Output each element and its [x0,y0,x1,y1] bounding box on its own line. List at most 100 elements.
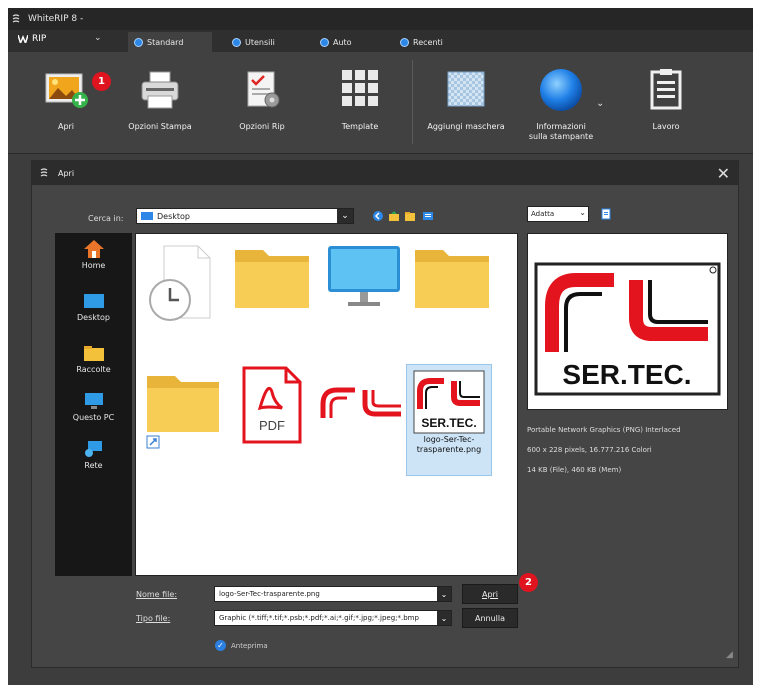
list-item[interactable] [142,368,222,452]
folder-icon [235,250,309,308]
look-in-value: Desktop [157,211,190,221]
filetype-value: Graphic (*.tiff;*.tif;*.psb;*.pdf;*.ai;*… [219,614,419,622]
tab-auto[interactable]: Auto [314,32,384,52]
computer-icon [84,393,103,409]
pdf-file-icon: PDF [242,366,302,444]
list-item-selected[interactable]: SER.TEC. logo-Ser-Tec-trasparente.png [406,364,492,476]
tools-icon [232,37,241,47]
tab-label: Recenti [413,37,443,47]
chevron-down-icon[interactable]: ⌄ [94,33,102,43]
ribbon: Apri Opzioni Stampa Opzioni Rip Template… [8,52,753,154]
chevron-down-icon: ⌄ [579,208,586,217]
cancel-button[interactable]: Annulla [462,608,518,628]
place-label: Home [81,261,106,270]
check-icon: ✓ [215,640,226,651]
w-logo-icon [18,35,28,43]
printer-info-button[interactable]: Informazioni sulla stampante [518,52,604,152]
info-globe-icon [540,69,582,111]
recent-icon [400,37,409,47]
place-network[interactable]: Rete [55,439,132,470]
recent-file-clock-icon [149,245,211,321]
network-icon [84,441,102,457]
logo-text: SER.TEC. [421,416,476,430]
settings-doc-icon [247,71,280,108]
list-item[interactable] [144,242,214,324]
preview-mode-value: Adatta [531,210,555,218]
preview-checkbox-label: Anteprima [231,641,268,650]
logo-file-icon [320,387,401,418]
tab-utensili[interactable]: Utensili [226,32,306,52]
clipboard-list-icon [650,69,682,110]
jobs-button[interactable]: Lavoro [630,52,702,152]
add-mask-label: Aggiungi maschera [427,122,505,131]
up-folder-icon[interactable] [388,210,400,222]
open-dialog-button[interactable]: Apri [462,584,518,604]
tab-label: Utensili [245,37,275,47]
file-list-pane: PDF SER.TEC. logo-Ser-Tec-trasparente.pn… [135,233,518,576]
preview-info-memory: 14 KB (File), 460 KB (Mem) [527,466,622,474]
tab-standard[interactable]: Standard [128,32,212,52]
app-title: WhiteRIP 8 - [28,14,84,24]
tab-recenti[interactable]: Recenti [394,32,474,52]
place-label: Raccolte [76,365,111,374]
rip-options-label: Opzioni Rip [239,122,285,131]
cancel-button-label: Annulla [474,613,506,623]
preview-mode-select[interactable]: Adatta ⌄ [527,206,589,222]
place-label: Rete [84,461,103,470]
place-collections[interactable]: Raccolte [55,343,132,374]
close-icon[interactable]: ✕ [717,164,730,183]
print-options-button[interactable]: Opzioni Stampa [120,52,200,152]
tab-label: Auto [333,37,352,47]
open-image-icon [45,73,88,108]
preview-copy-icon[interactable] [600,208,612,220]
list-item[interactable] [232,242,312,324]
printer-info-line2: sulla stampante [528,132,594,141]
chevron-down-icon: ⌄ [437,611,451,625]
folder-icon [83,346,104,361]
preview-logo-text: SER.TEC. [562,359,691,390]
callout-badge-2: 2 [519,573,538,592]
filetype-select[interactable]: Graphic (*.tiff;*.tif;*.psb;*.pdf;*.ai;*… [214,610,452,626]
printer-info-dropdown-icon[interactable]: ⌄ [596,98,604,109]
this-pc-icon [328,246,400,306]
place-desktop[interactable]: Desktop [55,291,132,322]
grid-template-icon [342,70,378,106]
new-folder-icon[interactable] [404,210,416,222]
ribbon-tab-bar: RIP ⌄ Standard Utensili Auto Recenti [8,30,753,52]
open-button[interactable]: Apri [30,52,102,152]
callout-badge-1: 1 [92,72,111,91]
open-button-label: Apri [481,589,499,599]
app-logo-icon [40,168,48,177]
template-label: Template [341,122,379,131]
dialog-title-bar: Apri [32,161,738,185]
filename-label: Nome file: [136,590,178,599]
place-home[interactable]: Home [55,239,132,270]
jobs-label: Lavoro [652,122,680,131]
printer-info-label: Informazioni sulla stampante [529,122,593,142]
rip-options-button[interactable]: Opzioni Rip [226,52,298,152]
printer-info-line1: Informazioni [536,122,586,131]
place-this-pc[interactable]: Questo PC [55,391,132,422]
add-mask-button[interactable]: Aggiungi maschera [418,52,514,152]
resize-grip-icon[interactable]: ◢ [726,650,755,682]
desktop-icon [83,294,104,308]
desktop-folder-icon [141,212,153,220]
printer-icon [141,71,179,109]
list-item[interactable]: PDF [236,366,306,446]
preview-checkbox[interactable]: ✓ Anteprima [215,640,268,651]
view-menu-icon[interactable] [422,210,434,222]
list-item[interactable] [316,384,406,432]
back-icon[interactable] [372,210,384,222]
filename-input[interactable]: logo-Ser-Tec-trasparente.png ⌄ [214,586,452,602]
app-menu-button[interactable]: RIP [18,34,46,44]
list-item[interactable] [412,242,492,324]
preview-info-format: Portable Network Graphics (PNG) Interlac… [527,426,681,434]
look-in-label: Cerca in: [88,214,124,223]
template-button[interactable]: Template [324,52,396,152]
place-label: Questo PC [72,413,115,422]
look-in-combo[interactable]: Desktop ⌄ [136,208,354,224]
folder-shortcut-icon [146,376,219,449]
list-item[interactable] [322,242,406,324]
places-bar: Home Desktop Raccolte Questo PC Rete [55,233,132,576]
mask-icon [447,71,485,107]
